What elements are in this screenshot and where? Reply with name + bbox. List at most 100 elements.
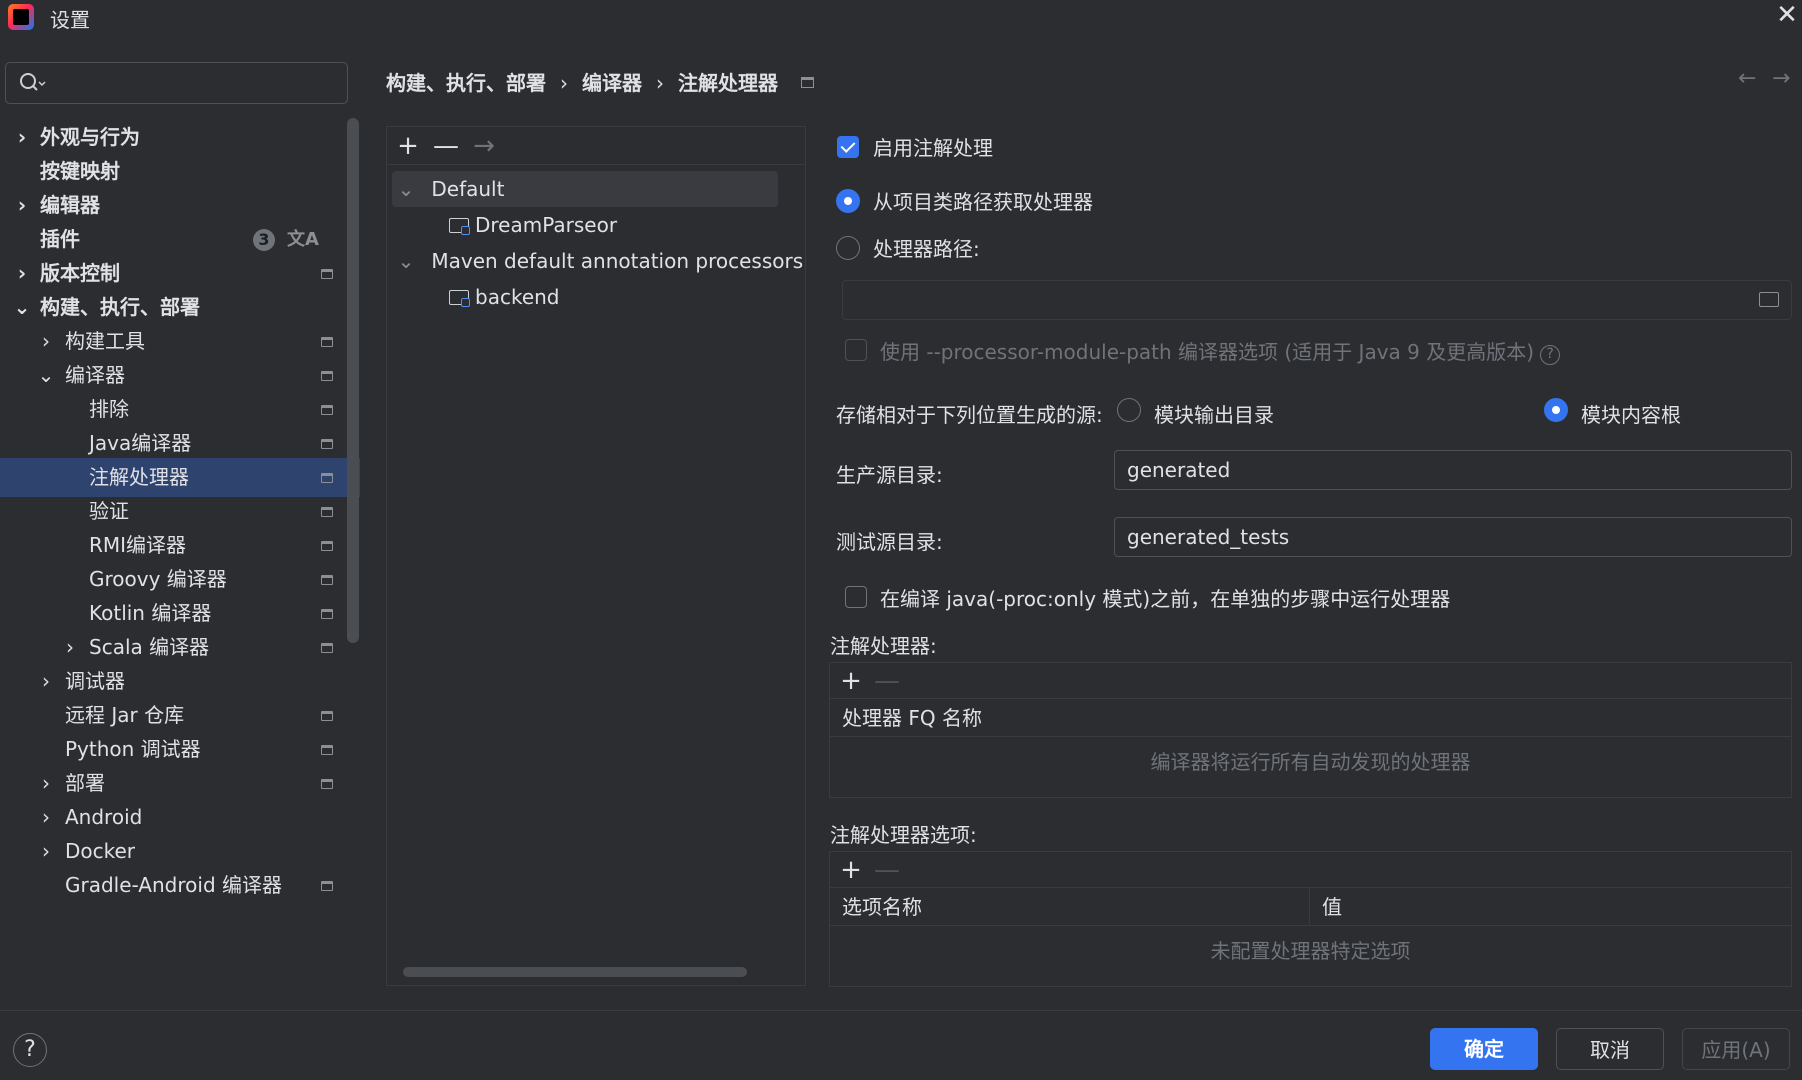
profile-default[interactable]: ⌄ Default — [395, 171, 505, 207]
processor-path-radio[interactable] — [836, 236, 860, 260]
cancel-button[interactable]: 取消 — [1556, 1028, 1664, 1070]
breadcrumb-item-compiler[interactable]: 编译器 — [582, 71, 642, 95]
module-folder-icon — [449, 216, 471, 235]
profiles-horizontal-scrollbar[interactable] — [403, 967, 747, 977]
app-logo-icon — [8, 4, 34, 30]
project-scope-icon — [321, 881, 333, 891]
enable-annotation-processing-checkbox[interactable] — [837, 136, 859, 158]
processors-table: + — 处理器 FQ 名称 编译器将运行所有自动发现的处理器 — [829, 662, 1792, 798]
settings-sidebar-tree: › 外观与行为 按键映射 › 编辑器 插件 3 文A › 版本控制 ⌄ 构建、执… — [0, 118, 360, 1008]
profile-module-backend[interactable]: backend — [449, 279, 560, 315]
project-scope-icon — [321, 337, 333, 347]
breadcrumb-item-annotation-processors: 注解处理器 — [678, 71, 778, 95]
processor-fq-name-header[interactable]: 处理器 FQ 名称 — [830, 699, 982, 737]
option-value-header[interactable]: 值 — [1310, 888, 1342, 926]
project-scope-icon — [321, 575, 333, 585]
project-scope-icon — [321, 371, 333, 381]
module-label: DreamParseor — [475, 213, 618, 237]
production-dir-input[interactable] — [1115, 451, 1791, 489]
project-scope-icon — [321, 643, 333, 653]
project-scope-icon — [321, 507, 333, 517]
project-scope-icon — [321, 269, 333, 279]
processor-path-field[interactable] — [842, 280, 1792, 320]
add-option-button[interactable]: + — [834, 853, 868, 887]
store-generated-label: 存储相对于下列位置生成的源: — [836, 403, 1103, 427]
test-dir-label: 测试源目录: — [836, 530, 943, 554]
chevron-down-icon[interactable]: ⌄ — [395, 171, 417, 207]
processors-empty-text: 编译器将运行所有自动发现的处理器 — [1150, 750, 1471, 774]
profile-module-dreamparseor[interactable]: DreamParseor — [449, 207, 617, 243]
browse-folder-icon[interactable] — [1759, 290, 1781, 308]
forward-arrow-icon[interactable]: → — [1772, 66, 1790, 91]
breadcrumb: 构建、执行、部署 › 编译器 › 注解处理器 — [386, 66, 792, 100]
project-scope-icon — [321, 711, 333, 721]
plugin-update-badge: 3 — [253, 229, 275, 251]
module-folder-icon — [449, 288, 471, 307]
move-to-profile-button[interactable]: → — [467, 129, 501, 163]
project-scope-icon — [321, 473, 333, 483]
search-icon — [20, 73, 46, 91]
processor-options-table: + — 选项名称 值 未配置处理器特定选项 — [829, 851, 1792, 987]
from-classpath-label: 从项目类路径获取处理器 — [873, 190, 1093, 214]
profile-maven-default[interactable]: ⌄ Maven default annotation processors pr — [395, 243, 806, 279]
module-content-root-label: 模块内容根 — [1581, 403, 1681, 427]
sidebar-item-gradle-android-compiler[interactable]: Gradle-Android 编译器 — [0, 866, 360, 905]
project-scope-icon — [801, 77, 814, 88]
processor-path-label: 处理器路径: — [873, 237, 980, 261]
module-path-checkbox[interactable] — [845, 339, 867, 361]
profile-label: Default — [431, 177, 505, 201]
module-path-label: 使用 --processor-module-path 编译器选项 (适用于 Ja… — [880, 336, 1561, 365]
module-label: backend — [475, 285, 560, 309]
production-dir-field[interactable] — [1114, 450, 1792, 490]
apply-button[interactable]: 应用(A) — [1682, 1028, 1790, 1070]
help-icon[interactable]: ? — [1540, 345, 1561, 365]
project-scope-icon — [321, 541, 333, 551]
project-scope-icon — [321, 779, 333, 789]
separate-step-label: 在编译 java(-proc:only 模式)之前，在单独的步骤中运行处理器 — [880, 587, 1451, 611]
module-output-radio[interactable] — [1117, 398, 1141, 422]
title-bar — [0, 0, 1802, 40]
options-empty-text: 未配置处理器特定选项 — [1210, 939, 1411, 963]
options-table-header: 选项名称 值 — [830, 888, 1791, 926]
processor-path-input[interactable] — [843, 281, 1791, 319]
help-button[interactable]: ? — [13, 1033, 47, 1067]
separate-step-checkbox[interactable] — [845, 586, 867, 608]
options-section-title: 注解处理器选项: — [830, 823, 977, 847]
back-arrow-icon[interactable]: ← — [1738, 66, 1756, 91]
module-content-root-radio[interactable] — [1544, 398, 1568, 422]
sidebar-scrollbar[interactable] — [347, 118, 359, 643]
remove-profile-button[interactable]: — — [429, 129, 463, 163]
test-dir-input[interactable] — [1115, 518, 1791, 556]
chevron-down-icon[interactable]: ⌄ — [395, 243, 417, 279]
from-classpath-radio[interactable] — [836, 189, 860, 213]
remove-option-button[interactable]: — — [870, 853, 904, 887]
add-profile-button[interactable]: + — [391, 129, 425, 163]
breadcrumb-separator: › — [560, 71, 568, 95]
enable-annotation-processing-label: 启用注解处理 — [873, 136, 993, 160]
ok-button[interactable]: 确定 — [1430, 1028, 1538, 1070]
project-scope-icon — [321, 609, 333, 619]
profile-label: Maven default annotation processors pr — [431, 249, 806, 273]
option-name-header[interactable]: 选项名称 — [830, 888, 1310, 926]
add-processor-button[interactable]: + — [834, 664, 868, 698]
window-title: 设置 — [50, 8, 90, 32]
close-icon[interactable]: ✕ — [1774, 2, 1800, 28]
processors-table-header: 处理器 FQ 名称 — [830, 699, 1791, 737]
test-dir-field[interactable] — [1114, 517, 1792, 557]
module-path-text: 使用 --processor-module-path 编译器选项 (适用于 Ja… — [880, 340, 1535, 364]
profiles-toolbar: + — → — [387, 127, 805, 165]
project-scope-icon — [321, 745, 333, 755]
project-scope-icon — [321, 405, 333, 415]
sidebar-item-label: Gradle-Android 编译器 — [65, 873, 282, 897]
project-scope-icon — [321, 439, 333, 449]
options-toolbar: + — — [830, 852, 1791, 888]
breadcrumb-item-build[interactable]: 构建、执行、部署 — [386, 71, 546, 95]
module-output-label: 模块输出目录 — [1154, 403, 1274, 427]
remove-processor-button[interactable]: — — [870, 664, 904, 698]
profiles-panel: + — → ⌄ Default DreamParseor ⌄ Maven def… — [386, 126, 806, 986]
processors-toolbar: + — — [830, 663, 1791, 699]
processors-section-title: 注解处理器: — [830, 634, 937, 658]
production-dir-label: 生产源目录: — [836, 463, 943, 487]
breadcrumb-separator: › — [656, 71, 664, 95]
search-input[interactable] — [5, 62, 348, 104]
